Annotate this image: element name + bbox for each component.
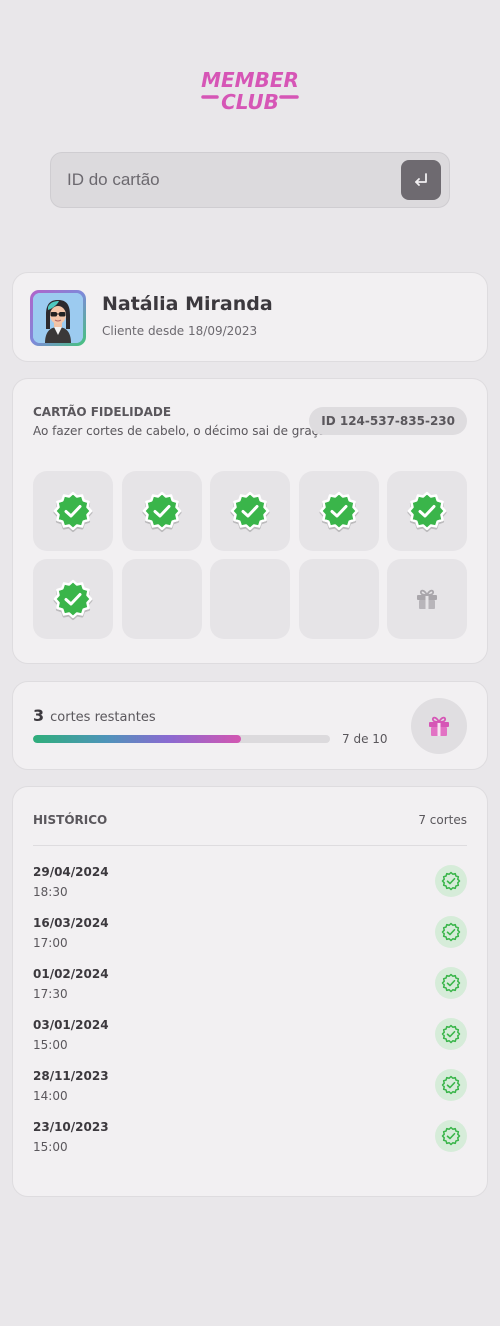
submit-button[interactable]: [401, 160, 441, 200]
history-date: 16/03/2024: [33, 916, 109, 930]
badge-check-icon: [441, 1024, 461, 1044]
remaining-summary: 3 cortes restantes: [33, 706, 156, 725]
history-divider: [33, 845, 467, 846]
logo-line-1: MEMBER: [201, 68, 299, 92]
history-date: 01/02/2024: [33, 967, 109, 981]
card-id-badge: ID 124-537-835-230: [309, 407, 467, 435]
history-date: 29/04/2024: [33, 865, 109, 879]
history-check: [435, 1120, 467, 1152]
history-check: [435, 1069, 467, 1101]
history-item: 16/03/2024 17:00: [33, 916, 467, 967]
history-list: 29/04/2024 18:30 16/03/2024 17:00 01/02/…: [33, 865, 467, 1171]
history-date: 28/11/2023: [33, 1069, 109, 1083]
stamp-grid: [33, 471, 467, 639]
stamp-slot-empty: [121, 559, 202, 639]
member-club-logo: MEMBER CLUB: [0, 64, 500, 116]
client-profile-card: Natália Miranda Cliente desde 18/09/2023: [12, 272, 488, 362]
history-time: 17:00: [33, 936, 68, 950]
stamp-slot-checked: [387, 471, 467, 551]
history-check: [435, 916, 467, 948]
history-item: 23/10/2023 15:00: [33, 1120, 467, 1171]
stamp-slot-checked: [33, 471, 113, 551]
history-time: 18:30: [33, 885, 68, 899]
history-count: 7 cortes: [418, 813, 467, 827]
loyalty-title: CARTÃO FIDELIDADE: [33, 405, 172, 419]
stamp-slot-checked: [121, 471, 202, 551]
avatar-frame: [30, 290, 86, 346]
badge-check-icon: [230, 491, 270, 532]
history-item: 01/02/2024 17:30: [33, 967, 467, 1018]
history-time: 15:00: [33, 1140, 68, 1154]
reward-gift: [411, 698, 467, 754]
history-item: 28/11/2023 14:00: [33, 1069, 467, 1120]
stamp-slot-empty: [298, 559, 379, 639]
avatar: [33, 293, 83, 343]
progress-text: 7 de 10: [342, 732, 388, 746]
progress-bar-fill: [33, 735, 241, 743]
badge-check-icon: [441, 1126, 461, 1146]
loyalty-description: Ao fazer cortes de cabelo, o décimo sai …: [33, 424, 331, 438]
history-item: 03/01/2024 15:00: [33, 1018, 467, 1069]
badge-check-icon: [441, 922, 461, 942]
loyalty-card: CARTÃO FIDELIDADE Ao fazer cortes de cab…: [12, 378, 488, 664]
badge-check-icon: [319, 491, 358, 532]
badge-check-icon: [53, 491, 93, 532]
stamp-slot-gift: [387, 559, 467, 639]
history-check: [435, 1018, 467, 1050]
stamp-slot-empty: [210, 559, 290, 639]
history-time: 14:00: [33, 1089, 68, 1103]
stamp-slot-checked: [298, 471, 379, 551]
logo-line-2: CLUB: [221, 90, 279, 114]
card-id-input[interactable]: [67, 170, 367, 190]
remaining-label: cortes restantes: [50, 710, 156, 725]
progress-bar: [33, 735, 330, 743]
remaining-progress-card: 3 cortes restantes 7 de 10: [12, 681, 488, 770]
history-date: 23/10/2023: [33, 1120, 109, 1134]
card-id-search: [50, 152, 450, 208]
remaining-count: 3: [33, 706, 45, 725]
client-name: Natália Miranda: [102, 293, 273, 315]
badge-check-icon: [441, 973, 461, 993]
stamp-slot-checked: [210, 471, 290, 551]
badge-check-icon: [53, 579, 93, 620]
badge-check-icon: [441, 871, 461, 891]
enter-icon: [415, 173, 427, 186]
history-time: 15:00: [33, 1038, 68, 1052]
gift-icon: [417, 589, 437, 609]
badge-check-icon: [441, 1075, 461, 1095]
client-since: Cliente desde 18/09/2023: [102, 324, 258, 338]
history-check: [435, 967, 467, 999]
stamp-slot-checked: [33, 559, 113, 639]
history-time: 17:30: [33, 987, 68, 1001]
history-check: [435, 865, 467, 897]
history-item: 29/04/2024 18:30: [33, 865, 467, 916]
gift-icon: [429, 716, 449, 736]
history-date: 03/01/2024: [33, 1018, 109, 1032]
history-title: HISTÓRICO: [33, 813, 108, 827]
badge-check-icon: [407, 491, 447, 532]
history-card: HISTÓRICO 7 cortes 29/04/2024 18:30 16/0…: [12, 786, 488, 1197]
badge-check-icon: [142, 491, 181, 532]
